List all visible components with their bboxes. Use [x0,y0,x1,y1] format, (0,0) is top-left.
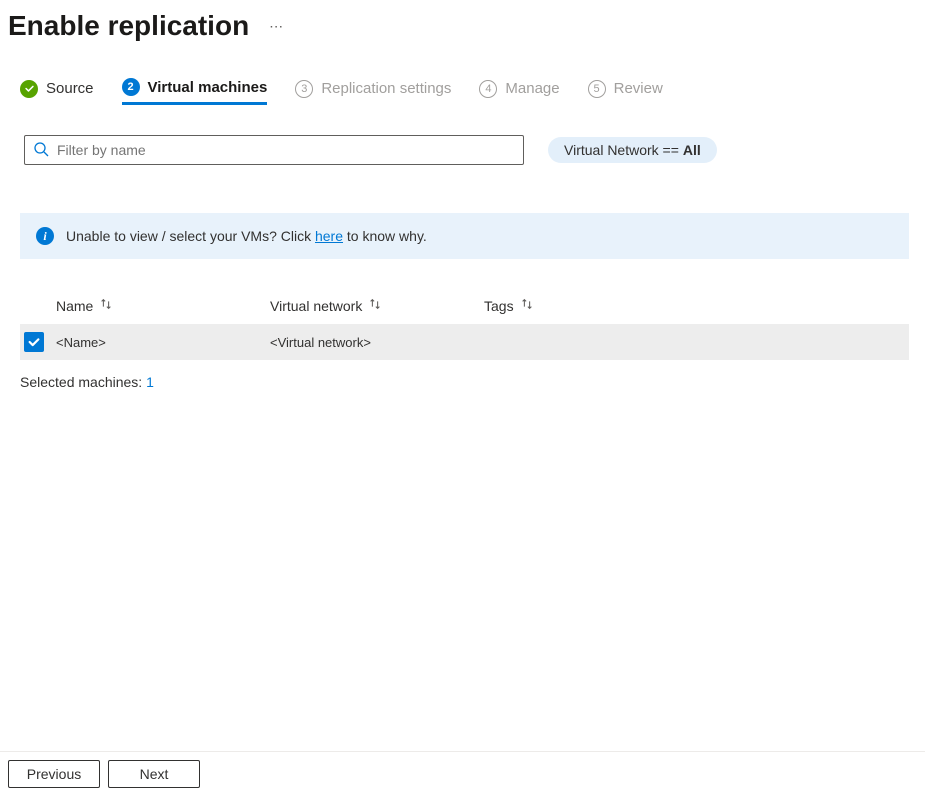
page-title: Enable replication [8,10,249,42]
cell-virtual-network: <Virtual network> [270,335,484,350]
filter-value: All [683,142,701,158]
step-label: Review [614,80,663,97]
wizard-footer: Previous Next [0,751,925,796]
search-input[interactable] [57,142,515,158]
info-banner: i Unable to view / select your VMs? Clic… [20,213,909,259]
cell-name: <Name> [56,335,270,350]
info-link[interactable]: here [315,228,343,244]
step-number-icon: 5 [588,80,606,98]
sort-icon [520,297,534,314]
step-label: Manage [505,80,559,97]
search-icon [33,141,49,160]
step-number-icon: 3 [295,80,313,98]
sort-icon [99,297,113,314]
step-number-icon: 2 [122,78,140,96]
sort-icon [368,297,382,314]
next-button[interactable]: Next [108,760,200,788]
filter-label: Virtual Network == [564,142,679,158]
search-box[interactable] [24,135,524,165]
column-header-tags[interactable]: Tags [484,297,909,314]
column-header-virtual-network[interactable]: Virtual network [270,297,484,314]
info-text: Unable to view / select your VMs? Click … [66,228,427,244]
step-virtual-machines[interactable]: 2 Virtual machines [122,78,268,105]
row-checkbox[interactable] [24,332,44,352]
step-manage[interactable]: 4 Manage [479,80,559,104]
checkmark-icon [20,80,38,98]
step-review[interactable]: 5 Review [588,80,663,104]
step-replication-settings[interactable]: 3 Replication settings [295,80,451,104]
wizard-steps: Source 2 Virtual machines 3 Replication … [8,78,917,105]
selected-machines-count: Selected machines: 1 [20,374,909,390]
more-actions-icon[interactable]: ⋯ [269,18,285,35]
table-row[interactable]: <Name> <Virtual network> [20,324,909,360]
table-header: Name Virtual network Tags [24,289,909,324]
info-icon: i [36,227,54,245]
column-header-name[interactable]: Name [56,297,270,314]
previous-button[interactable]: Previous [8,760,100,788]
step-source[interactable]: Source [20,80,94,104]
step-label: Replication settings [321,80,451,97]
step-label: Source [46,80,94,97]
step-number-icon: 4 [479,80,497,98]
virtual-network-filter[interactable]: Virtual Network == All [548,137,717,163]
step-label: Virtual machines [148,79,268,96]
vm-table: Name Virtual network Tags [24,289,909,360]
